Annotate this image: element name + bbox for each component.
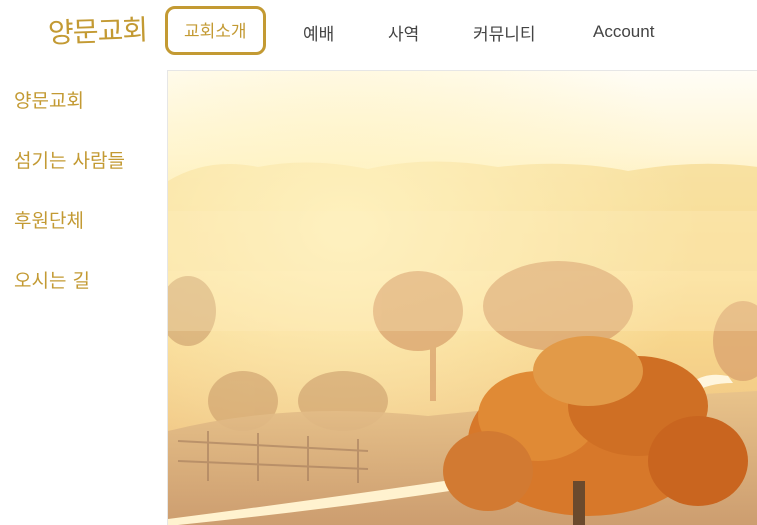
sidebar-item-church[interactable]: 양문교회 <box>14 86 125 146</box>
nav-item-ministry[interactable]: 사역 <box>388 20 419 45</box>
nav-item-account[interactable]: Account <box>593 22 654 42</box>
nav-item-community[interactable]: 커뮤니티 <box>473 20 536 45</box>
sidebar-item-sponsors[interactable]: 후원단체 <box>14 206 125 266</box>
landscape-illustration <box>168 71 757 525</box>
sidebar-item-staff[interactable]: 섬기는 사람들 <box>14 146 125 206</box>
sidebar-item-directions[interactable]: 오시는 길 <box>14 266 125 326</box>
nav-item-about[interactable]: 교회소개 <box>165 6 266 55</box>
nav-item-worship[interactable]: 예배 <box>303 20 334 45</box>
hero-landscape-image <box>167 70 757 525</box>
top-navigation: 교회소개 예배 사역 커뮤니티 Account <box>0 0 757 62</box>
sidebar: 양문교회 섬기는 사람들 후원단체 오시는 길 <box>14 86 125 326</box>
